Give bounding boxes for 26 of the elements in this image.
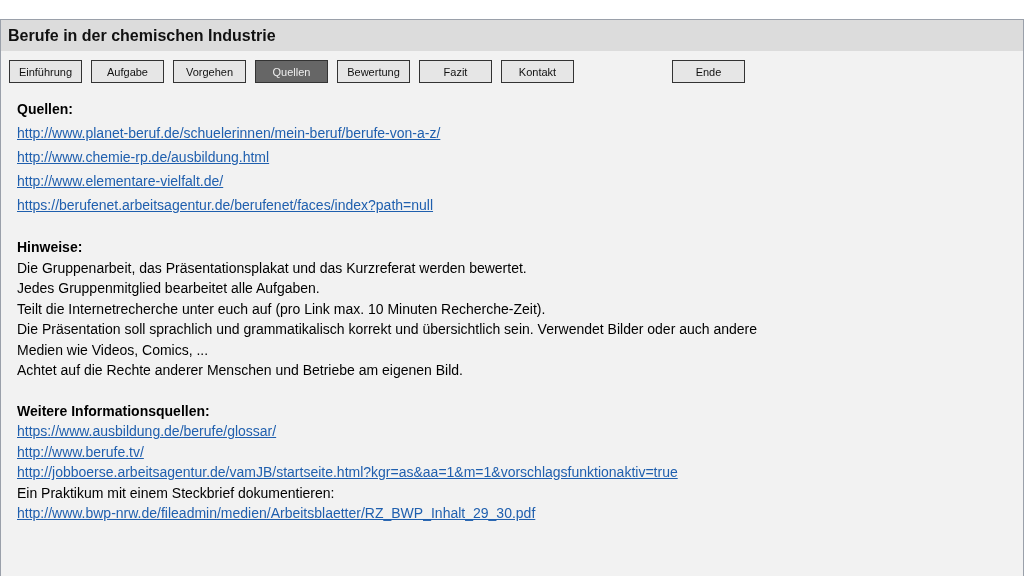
link[interactable]: http://www.berufe.tv/ xyxy=(17,441,144,462)
note-text: Ein Praktikum mit einem Steckbrief dokumentieren: xyxy=(17,483,336,503)
nav-button[interactable]: Vorgehen xyxy=(173,60,246,83)
link[interactable]: http://www.chemie-rp.de/ausbildung.html xyxy=(17,145,270,169)
note-text: Teilt die Internetrecherche unter euch auf (pro Link max. 10 Minuten Recherche-Zeit). xyxy=(17,299,547,319)
nav-button[interactable]: Fazit xyxy=(419,60,492,83)
nav-button[interactable]: Bewertung xyxy=(337,60,410,83)
section-heading: Quellen: xyxy=(17,100,74,119)
nav-button[interactable]: Einführung xyxy=(9,60,82,83)
note-text: Achtet auf die Rechte anderer Menschen und Betriebe am eigenen Bild. xyxy=(17,361,464,380)
slide-title: Berufe in der chemischen Industrie xyxy=(1,20,1023,51)
link[interactable]: http://www.elementare-vielfalt.de/ xyxy=(17,169,224,193)
end-button[interactable]: Ende xyxy=(672,60,745,83)
nav-button[interactable]: Aufgabe xyxy=(91,60,164,83)
note-text: Die Gruppenarbeit, das Präsentationsplakat und das Kurzreferat werden bewertet. xyxy=(17,258,528,278)
link[interactable]: http://www.bwp-nrw.de/fileadmin/medien/Arbeitsblaetter/RZ_BWP_Inhalt_29_30.pdf xyxy=(17,503,536,524)
link[interactable]: http://www.planet-beruf.de/schuelerinnen/mein-beruf/berufe-von-a-z/ xyxy=(17,121,441,145)
section-heading: Weitere Informationsquellen: xyxy=(17,401,211,421)
section-heading: Hinweise: xyxy=(17,238,84,257)
link[interactable]: http://jobboerse.arbeitsagentur.de/vamJB/startseite.html?kgr=as&aa=1&m=1&vorschlagsfunktionaktiv=true xyxy=(17,462,678,483)
link[interactable]: https://berufenet.arbeitsagentur.de/berufenet/faces/index?path=null xyxy=(17,193,434,217)
nav-button[interactable]: Kontakt xyxy=(501,60,574,83)
note-text: Die Präsentation soll sprachlich und grammatikalisch korrekt und übersichtlich sein. Verwendet Bilder oder auch andere Medien wie Videos, Comics, ... xyxy=(17,320,759,360)
note-text: Jedes Gruppenmitglied bearbeitet alle Aufgaben. xyxy=(17,279,321,298)
nav-button[interactable]: Quellen xyxy=(255,60,328,83)
link[interactable]: https://www.ausbildung.de/berufe/glossar/ xyxy=(17,421,277,442)
